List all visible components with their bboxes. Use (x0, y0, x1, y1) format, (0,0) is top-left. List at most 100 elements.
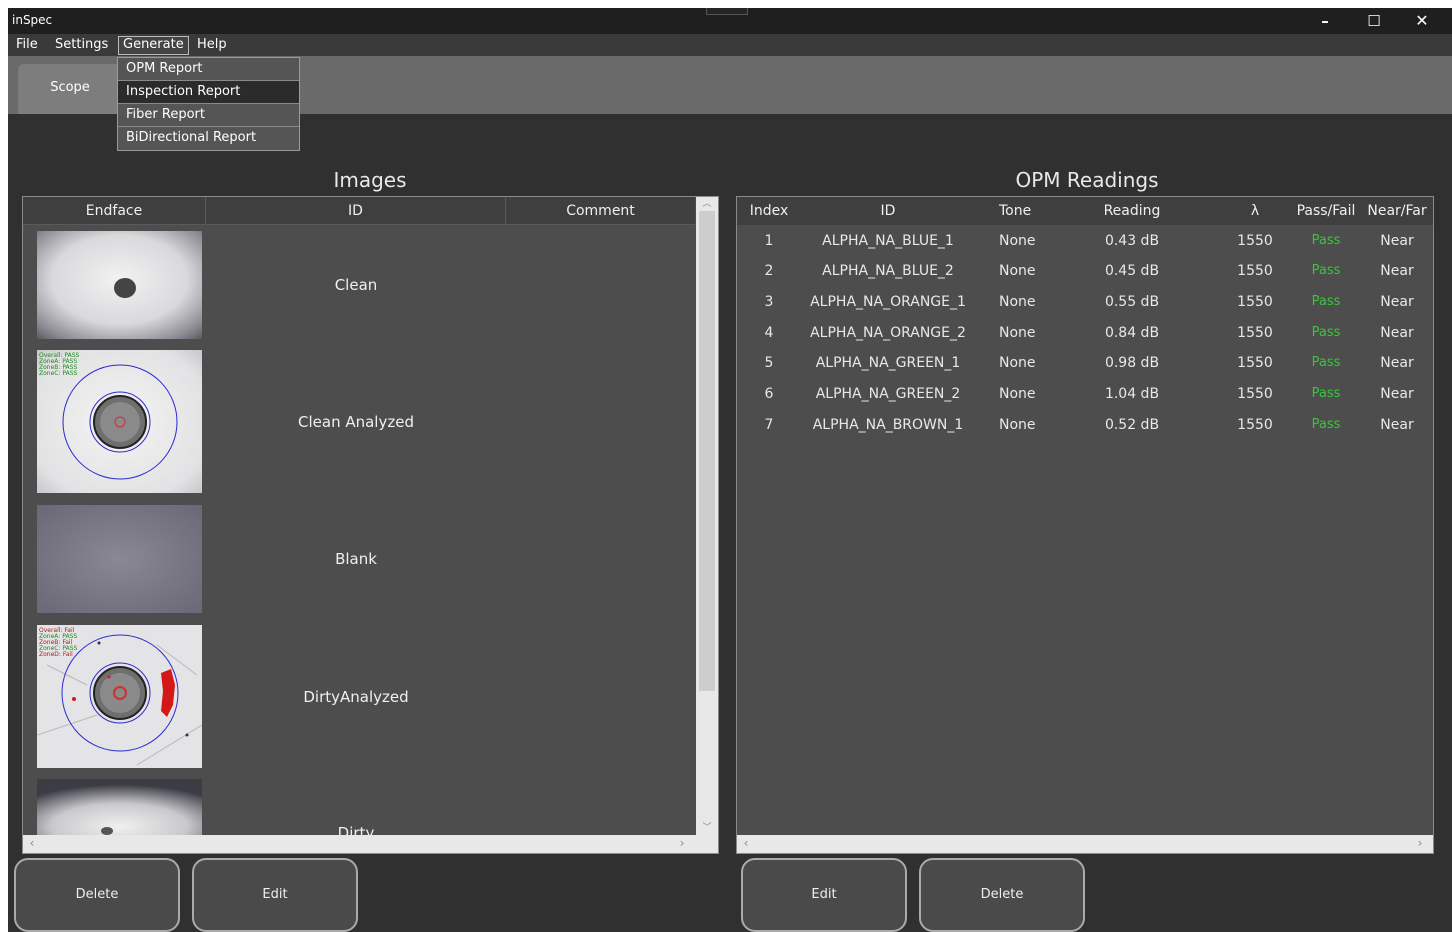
cell-reading: 0.84 dB (1104, 325, 1160, 341)
menu-generate[interactable]: Generate (118, 36, 189, 55)
cell-id: ALPHA_NA_GREEN_1 (815, 355, 961, 371)
opm-table-header: Index ID Tone Reading λ Pass/Fail Near/F… (737, 197, 1433, 225)
menu-item-inspection-report[interactable]: Inspection Report (118, 81, 299, 104)
cell-index: 7 (764, 417, 774, 433)
window-grip-handle[interactable] (706, 8, 748, 15)
table-row[interactable]: 5 ALPHA_NA_GREEN_1 None 0.98 dB 1550 Pas… (737, 348, 1433, 378)
cell-near-far: Near (1380, 263, 1414, 279)
column-header-tone[interactable]: Tone (987, 197, 1043, 225)
cell-id: ALPHA_NA_ORANGE_2 (810, 325, 966, 341)
maximize-icon[interactable]: ☐ (1359, 10, 1389, 32)
images-delete-button[interactable]: Delete (14, 858, 180, 932)
cell-index: 2 (764, 263, 774, 279)
cell-wavelength: 1550 (1237, 233, 1273, 249)
cell-pass-fail: Pass (1311, 263, 1341, 278)
column-header-comment[interactable]: Comment (506, 197, 695, 225)
cell-id: ALPHA_NA_GREEN_2 (815, 386, 961, 402)
images-table: Endface ID Comment Clean Overall: PASS Z… (22, 196, 719, 854)
cell-tone: None (999, 386, 1036, 402)
cell-reading: 0.98 dB (1104, 355, 1160, 371)
table-row[interactable]: 4 ALPHA_NA_ORANGE_2 None 0.84 dB 1550 Pa… (737, 318, 1433, 348)
row-id: DirtyAnalyzed (303, 688, 409, 706)
table-row[interactable]: Dirty (23, 779, 695, 842)
cell-tone: None (999, 294, 1036, 310)
table-row[interactable]: Overall: Fail ZoneA: PASS ZoneB: Fail Zo… (23, 625, 695, 768)
scrollbar-thumb[interactable] (699, 211, 715, 691)
minimize-icon[interactable]: – (1310, 10, 1340, 32)
images-vertical-scrollbar[interactable]: ︿ ﹀ (696, 197, 718, 835)
scroll-right-icon[interactable]: › (673, 835, 691, 853)
cell-tone: None (999, 263, 1036, 279)
menu-item-opm-report[interactable]: OPM Report (118, 58, 299, 81)
images-horizontal-scrollbar[interactable]: ‹ › (23, 835, 718, 853)
opm-delete-button[interactable]: Delete (919, 858, 1085, 932)
table-row[interactable]: Clean (23, 231, 695, 339)
row-id: Clean (334, 276, 378, 294)
cell-index: 4 (764, 325, 774, 341)
cell-near-far: Near (1380, 386, 1414, 402)
opm-edit-button[interactable]: Edit (741, 858, 907, 932)
endface-thumbnail: Overall: PASS ZoneA: PASS ZoneB: PASS Zo… (37, 350, 202, 493)
images-table-header: Endface ID Comment (23, 197, 695, 225)
column-header-id[interactable]: ID (801, 197, 975, 225)
images-edit-button[interactable]: Edit (192, 858, 358, 932)
tab-scope[interactable]: Scope (18, 64, 122, 114)
scroll-left-icon[interactable]: ‹ (23, 835, 41, 853)
cell-tone: None (999, 355, 1036, 371)
cell-index: 5 (764, 355, 774, 371)
menu-item-fiber-report[interactable]: Fiber Report (118, 104, 299, 127)
row-id: Blank (335, 550, 377, 568)
column-header-id[interactable]: ID (206, 197, 506, 225)
cell-near-far: Near (1380, 417, 1414, 433)
scroll-down-icon[interactable]: ﹀ (696, 821, 718, 835)
cell-index: 3 (764, 294, 774, 310)
table-row[interactable]: Blank (23, 505, 695, 613)
cell-id: ALPHA_NA_BLUE_2 (822, 263, 954, 279)
table-row[interactable]: 2 ALPHA_NA_BLUE_2 None 0.45 dB 1550 Pass… (737, 256, 1433, 286)
column-header-endface[interactable]: Endface (23, 197, 206, 225)
table-row[interactable]: 1 ALPHA_NA_BLUE_1 None 0.43 dB 1550 Pass… (737, 226, 1433, 256)
column-header-near-far[interactable]: Near/Far (1359, 197, 1433, 225)
cell-near-far: Near (1380, 355, 1414, 371)
app-window: inSpec – ☐ ✕ File Settings Generate Help… (8, 8, 1452, 932)
cell-near-far: Near (1380, 233, 1414, 249)
menu-item-bidirectional-report[interactable]: BiDirectional Report (118, 127, 299, 150)
opm-readings-table: Index ID Tone Reading λ Pass/Fail Near/F… (736, 196, 1434, 854)
table-row[interactable]: 7 ALPHA_NA_BROWN_1 None 0.52 dB 1550 Pas… (737, 410, 1433, 440)
column-header-index[interactable]: Index (737, 197, 801, 225)
cell-tone: None (999, 417, 1036, 433)
opm-horizontal-scrollbar[interactable]: ‹ › (737, 835, 1433, 853)
cell-reading: 0.52 dB (1104, 417, 1160, 433)
menu-file[interactable]: File (12, 37, 42, 55)
table-row[interactable]: 6 ALPHA_NA_GREEN_2 None 1.04 dB 1550 Pas… (737, 379, 1433, 409)
cell-reading: 0.43 dB (1104, 233, 1160, 249)
close-icon[interactable]: ✕ (1407, 10, 1437, 32)
cell-tone: None (999, 233, 1036, 249)
cell-reading: 0.45 dB (1104, 263, 1160, 279)
column-header-pass-fail[interactable]: Pass/Fail (1289, 197, 1363, 225)
endface-thumbnail (37, 779, 202, 835)
cell-near-far: Near (1380, 325, 1414, 341)
svg-text:ZoneC: PASS: ZoneC: PASS (39, 370, 78, 377)
title-bar: inSpec – ☐ ✕ (8, 8, 1452, 34)
table-row[interactable]: 3 ALPHA_NA_ORANGE_1 None 0.55 dB 1550 Pa… (737, 287, 1433, 317)
cell-reading: 1.04 dB (1104, 386, 1160, 402)
cell-reading: 0.55 dB (1104, 294, 1160, 310)
menu-settings[interactable]: Settings (51, 37, 112, 55)
cell-tone: None (999, 325, 1036, 341)
column-header-reading[interactable]: Reading (1067, 197, 1197, 225)
cell-pass-fail: Pass (1311, 355, 1341, 370)
menu-bar: File Settings Generate Help (8, 34, 1452, 56)
cell-wavelength: 1550 (1237, 417, 1273, 433)
images-section-title: Images (333, 168, 407, 192)
scroll-left-icon[interactable]: ‹ (737, 835, 755, 853)
menu-help[interactable]: Help (193, 37, 231, 55)
cell-wavelength: 1550 (1237, 325, 1273, 341)
column-header-wavelength[interactable]: λ (1217, 197, 1293, 225)
cell-near-far: Near (1380, 294, 1414, 310)
scroll-up-icon[interactable]: ︿ (696, 197, 718, 211)
table-row[interactable]: Overall: PASS ZoneA: PASS ZoneB: PASS Zo… (23, 350, 695, 493)
generate-dropdown-menu: OPM Report Inspection Report Fiber Repor… (117, 57, 300, 151)
cell-pass-fail: Pass (1311, 325, 1341, 340)
scroll-right-icon[interactable]: › (1411, 835, 1429, 853)
